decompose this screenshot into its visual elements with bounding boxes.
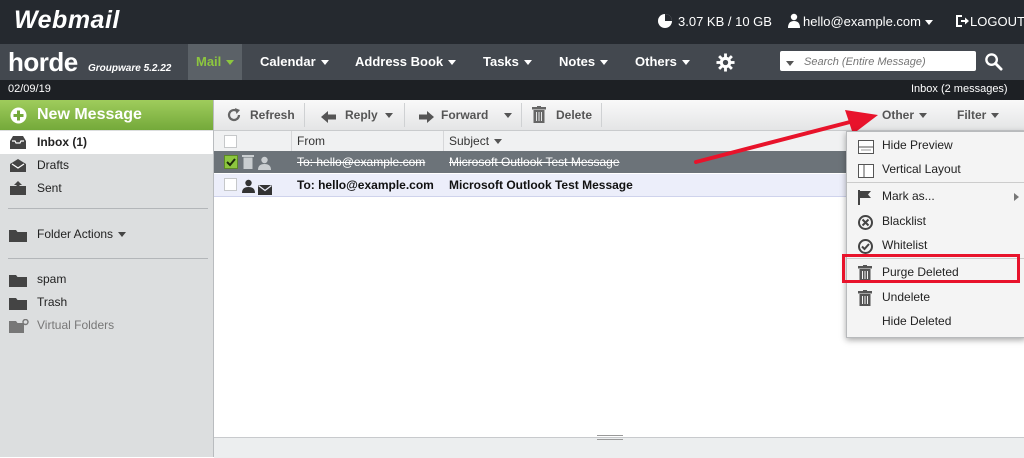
menu-item-mark-as[interactable]: Mark as... [847, 184, 1024, 208]
webmail-logo: Webmail [14, 6, 120, 34]
menu-item-hide-preview[interactable]: Hide Preview [847, 133, 1024, 157]
chevron-down-icon [919, 113, 928, 119]
folder-icon [9, 227, 27, 242]
folder-icon [9, 272, 27, 287]
sent-icon [9, 181, 27, 195]
divider [8, 258, 208, 259]
sidebar-item-trash[interactable]: Trash [0, 291, 213, 314]
flag-icon [858, 189, 874, 205]
deleted-icon [242, 154, 254, 176]
row-checkbox[interactable] [224, 155, 238, 169]
sidebar-item-virtual-folders[interactable]: Virtual Folders [0, 314, 213, 337]
hide-preview-icon [858, 138, 874, 154]
tab-address-book[interactable]: Address Book [347, 44, 464, 80]
other-dropdown-menu: Hide Preview Vertical Layout Mark as... … [846, 131, 1024, 338]
search-icon[interactable] [984, 52, 1003, 74]
column-from[interactable]: From [297, 134, 325, 148]
tab-calendar[interactable]: Calendar [252, 44, 337, 80]
version-label: Groupware 5.2.22 [88, 63, 172, 74]
sidebar-item-sent[interactable]: Sent [0, 177, 213, 200]
whitelist-icon [858, 238, 874, 254]
divider [847, 182, 1024, 183]
tab-tasks[interactable]: Tasks [475, 44, 540, 80]
menu-item-undelete[interactable]: Undelete [847, 285, 1024, 309]
preview-pane [214, 435, 1024, 458]
divider [8, 208, 208, 209]
gear-icon[interactable] [716, 53, 735, 75]
sidebar: New Message Inbox (1) Drafts Sent Folder… [0, 100, 214, 457]
chevron-down-icon[interactable] [786, 56, 794, 70]
trash-icon [532, 106, 546, 131]
resize-handle[interactable] [597, 435, 623, 440]
plus-icon [10, 107, 27, 127]
logout-icon[interactable] [955, 14, 969, 31]
search-box [780, 51, 976, 71]
reply-icon [321, 108, 336, 132]
chevron-down-icon [504, 103, 512, 127]
logout-link[interactable]: LOGOUT [970, 14, 1024, 29]
new-message-label: New Message [37, 106, 142, 123]
message-from: To: hello@example.com [297, 178, 434, 192]
user-menu[interactable]: hello@example.com [803, 14, 921, 29]
folder-icon [9, 295, 27, 310]
filter-menu-button[interactable]: Filter [957, 103, 1017, 127]
drafts-icon [9, 158, 27, 172]
user-icon [788, 13, 800, 31]
select-all-checkbox[interactable] [224, 135, 237, 148]
message-toolbar: Refresh Reply Forward Delete Other Filte… [214, 100, 1024, 131]
new-message-button[interactable]: New Message [0, 100, 213, 130]
chevron-down-icon[interactable] [925, 14, 933, 29]
current-date: 02/09/19 [8, 83, 51, 95]
column-subject[interactable]: Subject [449, 134, 503, 148]
chevron-down-icon [385, 103, 393, 127]
other-menu-button[interactable]: Other [882, 103, 942, 127]
menu-item-blacklist[interactable]: Blacklist [847, 209, 1024, 233]
message-subject: Microsoft Outlook Test Message [449, 155, 620, 169]
divider [291, 131, 292, 151]
forward-button[interactable]: Forward [409, 103, 522, 127]
sidebar-item-spam[interactable]: spam [0, 268, 213, 291]
inbox-icon [9, 135, 27, 149]
tab-notes[interactable]: Notes [551, 44, 616, 80]
layout-icon [858, 162, 874, 178]
chevron-down-icon [991, 113, 1000, 119]
delete-button[interactable]: Delete [526, 103, 602, 127]
search-input[interactable] [802, 53, 974, 71]
message-subject: Microsoft Outlook Test Message [449, 178, 633, 192]
row-checkbox[interactable] [224, 178, 237, 191]
message-from: To: hello@example.com [297, 155, 426, 169]
reply-button[interactable]: Reply [309, 103, 405, 127]
trash-icon [858, 290, 874, 306]
tab-others[interactable]: Others [627, 44, 698, 80]
refresh-button[interactable]: Refresh [222, 103, 305, 127]
horde-logo: horde [8, 47, 78, 77]
folder-actions-menu[interactable]: Folder Actions [0, 223, 213, 246]
quota-text: 3.07 KB / 10 GB [678, 14, 772, 29]
menu-item-hide-deleted[interactable]: Hide Deleted [847, 309, 1024, 333]
virtual-folder-icon [9, 318, 29, 333]
menu-item-vertical-layout[interactable]: Vertical Layout [847, 157, 1024, 181]
inbox-status: Inbox (2 messages) [911, 83, 1008, 95]
sidebar-item-drafts[interactable]: Drafts [0, 154, 213, 177]
divider [443, 131, 444, 151]
tab-mail[interactable]: Mail [188, 44, 243, 80]
sidebar-item-inbox[interactable]: Inbox (1) [0, 131, 213, 154]
chevron-right-icon [1014, 193, 1019, 201]
annotation-highlight-box [842, 254, 1020, 283]
refresh-icon [226, 107, 242, 131]
app-nav-bar: horde Groupware 5.2.22 Mail Calendar Add… [0, 44, 1024, 80]
forward-icon [419, 108, 434, 132]
blacklist-icon [858, 214, 874, 230]
top-bar: Webmail 3.07 KB / 10 GB hello@example.co… [0, 0, 1024, 44]
quota-icon [657, 13, 673, 32]
status-bar: 02/09/19 Inbox (2 messages) [0, 80, 1024, 100]
